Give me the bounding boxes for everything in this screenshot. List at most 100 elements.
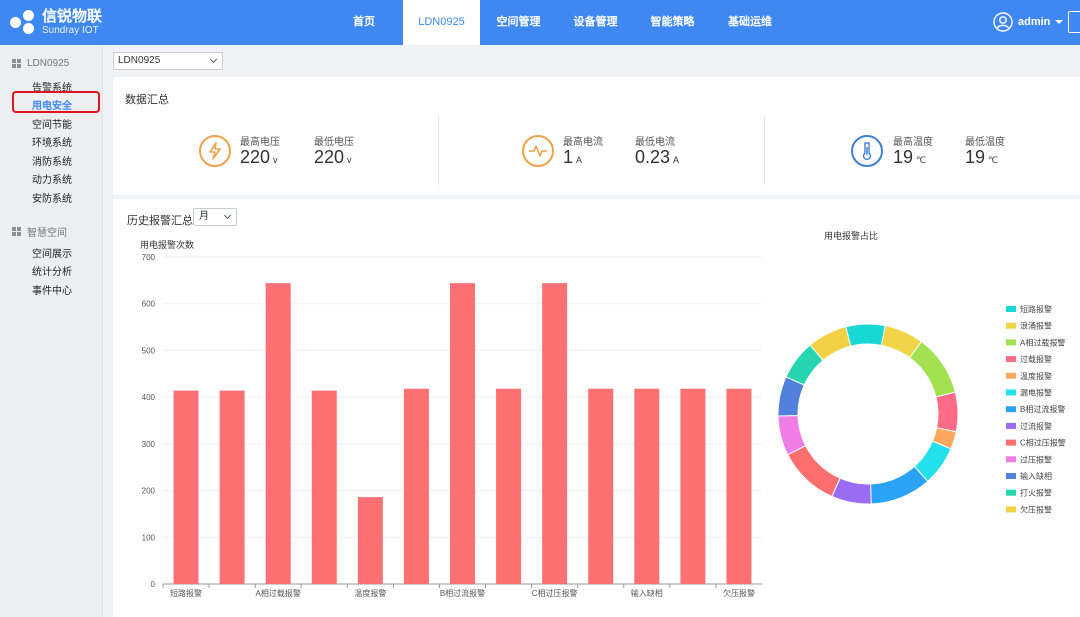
min-temperature-value: 19 ℃	[965, 147, 999, 167]
logout-icon[interactable]	[1068, 11, 1080, 33]
brand-name: 信锐物联	[42, 8, 103, 25]
donut-slice[interactable]	[845, 323, 886, 347]
chevron-down-icon	[209, 55, 218, 64]
max-voltage-value: 220 v	[240, 147, 278, 167]
min-voltage-label: 最低电压	[314, 137, 354, 148]
legend-label[interactable]: 打火报警	[1020, 488, 1052, 498]
max-current-value: 1A	[563, 147, 583, 167]
legend-label[interactable]: 欠压报警	[1020, 504, 1052, 514]
sidebar-item-environment[interactable]: 环境系统	[32, 134, 72, 149]
bar[interactable]	[173, 390, 199, 584]
max-temperature-label: 最高温度	[893, 137, 933, 148]
pie-chart-title: 用电报警占比	[824, 231, 879, 241]
nav-basic-ops[interactable]: 基础运维	[711, 0, 789, 45]
thermometer-icon	[851, 135, 883, 167]
legend-swatch[interactable]	[1006, 439, 1016, 446]
legend-swatch[interactable]	[1006, 322, 1016, 329]
legend-swatch[interactable]	[1006, 456, 1016, 463]
bar-chart: 0 100 200 300 400 500 600 700 短路报警 A相过载报警 温度报警 B相过流…	[142, 253, 762, 598]
y-tick-label: 400	[142, 393, 156, 402]
top-bar: 信锐物联 Sundray IOT 首页 LDN0925 空间管理 设备管理 智能…	[0, 0, 1080, 45]
donut-slice[interactable]	[869, 465, 929, 505]
legend-label[interactable]: 漏电报警	[1020, 388, 1052, 398]
bar[interactable]	[403, 388, 429, 584]
grid-icon	[12, 227, 21, 236]
bar[interactable]	[496, 388, 522, 584]
active-item-highlight	[12, 91, 100, 113]
legend-swatch[interactable]	[1006, 306, 1016, 312]
sidebar-item-security[interactable]: 安防系统	[32, 190, 72, 205]
nav-smart-strategy[interactable]: 智能策略	[634, 0, 711, 45]
user-name: admin	[1018, 16, 1051, 28]
y-tick-label: 0	[151, 580, 156, 589]
bar[interactable]	[542, 283, 568, 584]
layout-grid-icon	[12, 59, 21, 68]
device-select[interactable]: LDN0925	[113, 52, 223, 70]
legend-swatch[interactable]	[1006, 406, 1016, 413]
legend-label[interactable]: 过压报警	[1020, 454, 1052, 464]
sidebar-group-smart-space[interactable]: 智慧空间	[12, 224, 67, 239]
y-tick-label: 600	[142, 300, 156, 309]
legend-label[interactable]: 短路报警	[1020, 304, 1052, 314]
donut-slice[interactable]	[935, 391, 959, 433]
legend-swatch[interactable]	[1006, 422, 1016, 429]
legend-label[interactable]: C相过压报警	[1020, 438, 1066, 448]
bar[interactable]	[680, 388, 706, 584]
y-tick-label: 200	[142, 487, 156, 496]
nav-ldn0925[interactable]: LDN0925	[403, 0, 480, 45]
legend-label[interactable]: 浪涌报警	[1020, 321, 1052, 331]
legend-label[interactable]: 过流报警	[1020, 421, 1052, 431]
bar[interactable]	[265, 283, 291, 584]
sidebar-item-event-center[interactable]: 事件中心	[32, 282, 72, 297]
nav-home[interactable]: 首页	[325, 0, 403, 45]
sidebar-item-fire[interactable]: 消防系统	[32, 153, 72, 168]
x-tick-label: 欠压报警	[723, 588, 755, 598]
legend-label[interactable]: B相过流报警	[1020, 404, 1065, 414]
brand-logo[interactable]: 信锐物联 Sundray IOT	[10, 8, 102, 38]
bar[interactable]	[357, 497, 383, 584]
bar[interactable]	[450, 283, 475, 584]
sidebar-item-statistics[interactable]: 统计分析	[32, 263, 72, 278]
sidebar-group-ldn0925[interactable]: LDN0925	[12, 58, 69, 69]
donut-slice[interactable]	[908, 340, 956, 398]
x-tick-label: 短路报警	[170, 588, 202, 598]
sidebar-item-energy-saving[interactable]: 空间节能	[32, 116, 72, 131]
x-tick-label: C相过压报警	[532, 588, 578, 598]
legend-label[interactable]: A相过载报警	[1020, 337, 1065, 347]
bar[interactable]	[588, 388, 614, 584]
data-summary-card: 数据汇总 最高电压 220 v 最低电压 220 v 最高电流 1A 最低电流 0.…	[113, 77, 1080, 195]
legend-swatch[interactable]	[1006, 506, 1016, 513]
avatar-icon	[993, 12, 1013, 32]
min-current-label: 最低电流	[635, 137, 675, 148]
sidebar-item-power[interactable]: 动力系统	[32, 171, 72, 186]
bar[interactable]	[311, 390, 337, 584]
max-current-label: 最高电流	[563, 137, 603, 148]
y-tick-label: 100	[142, 533, 156, 542]
logo-icon	[10, 10, 36, 36]
legend-swatch[interactable]	[1006, 389, 1016, 396]
sidebar-item-space-display[interactable]: 空间展示	[32, 245, 72, 260]
legend-label[interactable]: 输入缺相	[1020, 471, 1052, 481]
x-tick-label: A相过载报警	[256, 588, 301, 598]
legend-swatch[interactable]	[1006, 489, 1016, 496]
legend-swatch[interactable]	[1006, 473, 1016, 479]
user-menu[interactable]: admin	[993, 10, 1064, 34]
x-tick-label: 输入缺相	[631, 588, 663, 598]
bar[interactable]	[219, 390, 245, 584]
min-current-value: 0.23 A	[635, 147, 680, 167]
legend-label[interactable]: 过载报警	[1020, 354, 1052, 364]
chevron-down-icon	[1055, 20, 1064, 24]
legend-swatch[interactable]	[1006, 356, 1016, 363]
legend-label[interactable]: 温度报警	[1020, 371, 1052, 381]
legend-swatch[interactable]	[1006, 372, 1016, 379]
brand-name-en: Sundray IOT	[42, 25, 99, 36]
nav-space-management[interactable]: 空间管理	[480, 0, 557, 45]
min-temperature-label: 最低温度	[965, 137, 1005, 148]
bar[interactable]	[634, 388, 660, 584]
divider	[764, 115, 765, 185]
donut-slice[interactable]	[787, 444, 841, 498]
nav-device-management[interactable]: 设备管理	[557, 0, 634, 45]
legend-swatch[interactable]	[1006, 339, 1016, 346]
bar[interactable]	[726, 388, 752, 584]
lightning-icon	[199, 135, 231, 167]
